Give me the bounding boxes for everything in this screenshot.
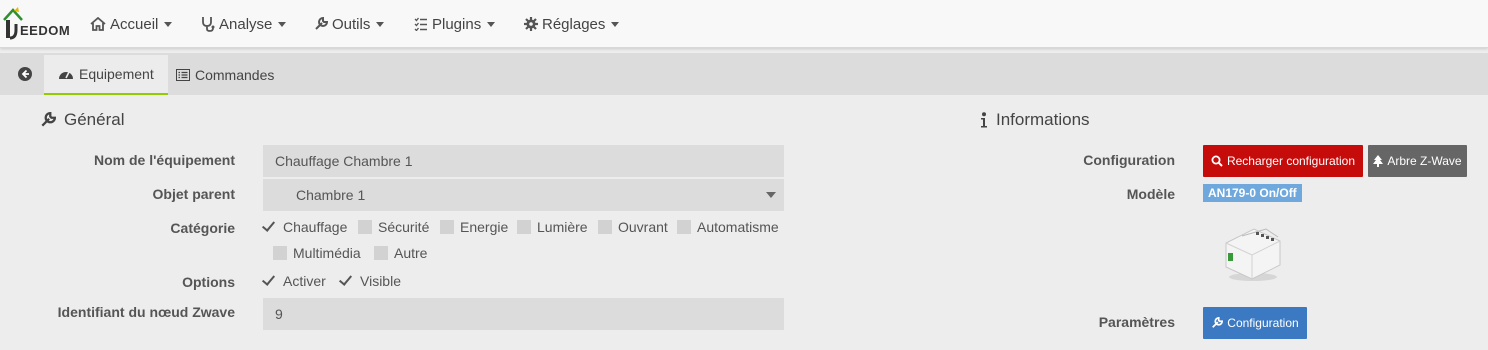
tree-button-label: Arbre Z-Wave [1387,154,1462,168]
nav-outils[interactable]: Outils [314,14,385,34]
tasks-icon [414,17,427,31]
checkbox-icon [440,220,454,234]
checkbox-icon [677,220,691,234]
general-title-text: Général [64,110,125,129]
back-button[interactable] [8,55,42,93]
checkbox-icon [340,274,354,288]
option-activer[interactable]: Activer [263,273,326,289]
chevron-down-icon [487,21,496,27]
category-autre[interactable]: Autre [374,245,427,261]
chevron-down-icon [376,21,385,27]
tab-commandes[interactable]: Commandes [162,55,288,95]
category-label: Chauffage [283,219,348,235]
category-label: Automatisme [697,219,779,235]
list-alt-icon [176,69,190,81]
category-chauffage[interactable]: Chauffage [263,219,347,235]
checkbox-icon [598,220,612,234]
nav-plugins[interactable]: Plugins [414,14,496,34]
configuration-button[interactable]: Configuration [1203,307,1307,339]
option-visible[interactable]: Visible [340,273,401,289]
category-label: Autre [394,245,428,261]
tab-commandes-label: Commandes [195,67,275,83]
nav-reglages-label: Réglages [542,15,606,33]
chevron-down-icon [611,21,620,27]
category-energie[interactable]: Energie [440,219,508,235]
informations-section-title: Informations [980,110,1090,130]
category-lumiere[interactable]: Lumière [517,219,588,235]
parent-object-select[interactable]: Chambre 1 [263,179,784,211]
node-id-label: Identifiant du nœud Zwave [57,304,235,320]
equipment-name-value: Chauffage Chambre 1 [275,153,413,169]
tab-bar: Equipement Commandes [0,53,1488,95]
nav-accueil-label: Accueil [110,15,159,33]
category-label: Energie [460,219,509,235]
checkbox-icon [263,220,277,234]
parametres-label: Paramètres [1098,314,1175,330]
tab-equipement[interactable]: Equipement [44,55,168,95]
reload-button-label: Recharger configuration [1226,154,1356,168]
category-automatisme[interactable]: Automatisme [677,219,779,235]
stethoscope-icon [202,17,215,32]
nav-reglages[interactable]: Réglages [524,14,620,34]
categorie-label: Catégorie [170,220,235,236]
home-icon [90,17,106,31]
nav-plugins-label: Plugins [432,15,482,33]
option-label: Activer [283,273,326,289]
checkbox-icon [517,220,531,234]
search-icon [1211,155,1223,167]
arrow-circle-left-icon [18,67,32,81]
device-image [1220,221,1286,283]
nom-label: Nom de l'équipement [93,152,235,168]
category-label: Sécurité [378,219,430,235]
tree-icon [1373,155,1384,167]
category-label: Ouvrant [618,219,668,235]
modele-label: Modèle [1126,186,1175,202]
category-multimedia[interactable]: Multimédia [273,245,361,261]
gear-icon [524,17,538,31]
chevron-down-icon [766,192,776,198]
objet-parent-label: Objet parent [152,186,235,202]
equipment-form: Général Nom de l'équipement Chauffage Ch… [0,95,1488,350]
zwave-tree-button[interactable]: Arbre Z-Wave [1368,145,1467,177]
wrench-icon [41,112,56,127]
general-section-title: Général [40,110,124,130]
configuration-label: Configuration [1083,152,1175,168]
category-label: Multimédia [293,245,361,261]
info-icon [981,112,987,128]
logo-text: EEDOM [20,23,71,38]
wrench-icon [315,17,328,30]
wrench-icon [1212,317,1224,328]
reload-configuration-button[interactable]: Recharger configuration [1203,145,1363,177]
parent-object-value: Chambre 1 [296,187,366,203]
chevron-down-icon [164,21,173,27]
nav-accueil[interactable]: Accueil [90,14,173,34]
category-label: Lumière [537,219,588,235]
category-securite[interactable]: Sécurité [358,219,429,235]
equipment-name-input[interactable]: Chauffage Chambre 1 [263,145,784,177]
checkbox-icon [263,274,277,288]
nav-analyse-label: Analyse [219,15,273,33]
checkbox-icon [273,246,287,260]
configuration-button-label: Configuration [1227,316,1299,330]
model-badge: AN179-0 On/Off [1203,184,1302,202]
checkbox-icon [358,220,372,234]
tab-equipement-label: Equipement [79,66,154,82]
chevron-down-icon [278,21,287,27]
nav-analyse[interactable]: Analyse [201,14,287,34]
node-id-input[interactable]: 9 [263,298,784,330]
jeedom-logo[interactable]: EEDOM [2,4,74,44]
checkbox-icon [374,246,388,260]
informations-title-text: Informations [996,110,1090,129]
options-label: Options [182,274,235,290]
category-ouvrant[interactable]: Ouvrant [598,219,668,235]
dashboard-icon [59,71,73,79]
node-id-value: 9 [275,306,283,322]
option-label: Visible [360,273,401,289]
top-navbar: EEDOM Accueil Analyse Outils Plugins Rég… [0,0,1488,48]
nav-outils-label: Outils [332,15,371,33]
